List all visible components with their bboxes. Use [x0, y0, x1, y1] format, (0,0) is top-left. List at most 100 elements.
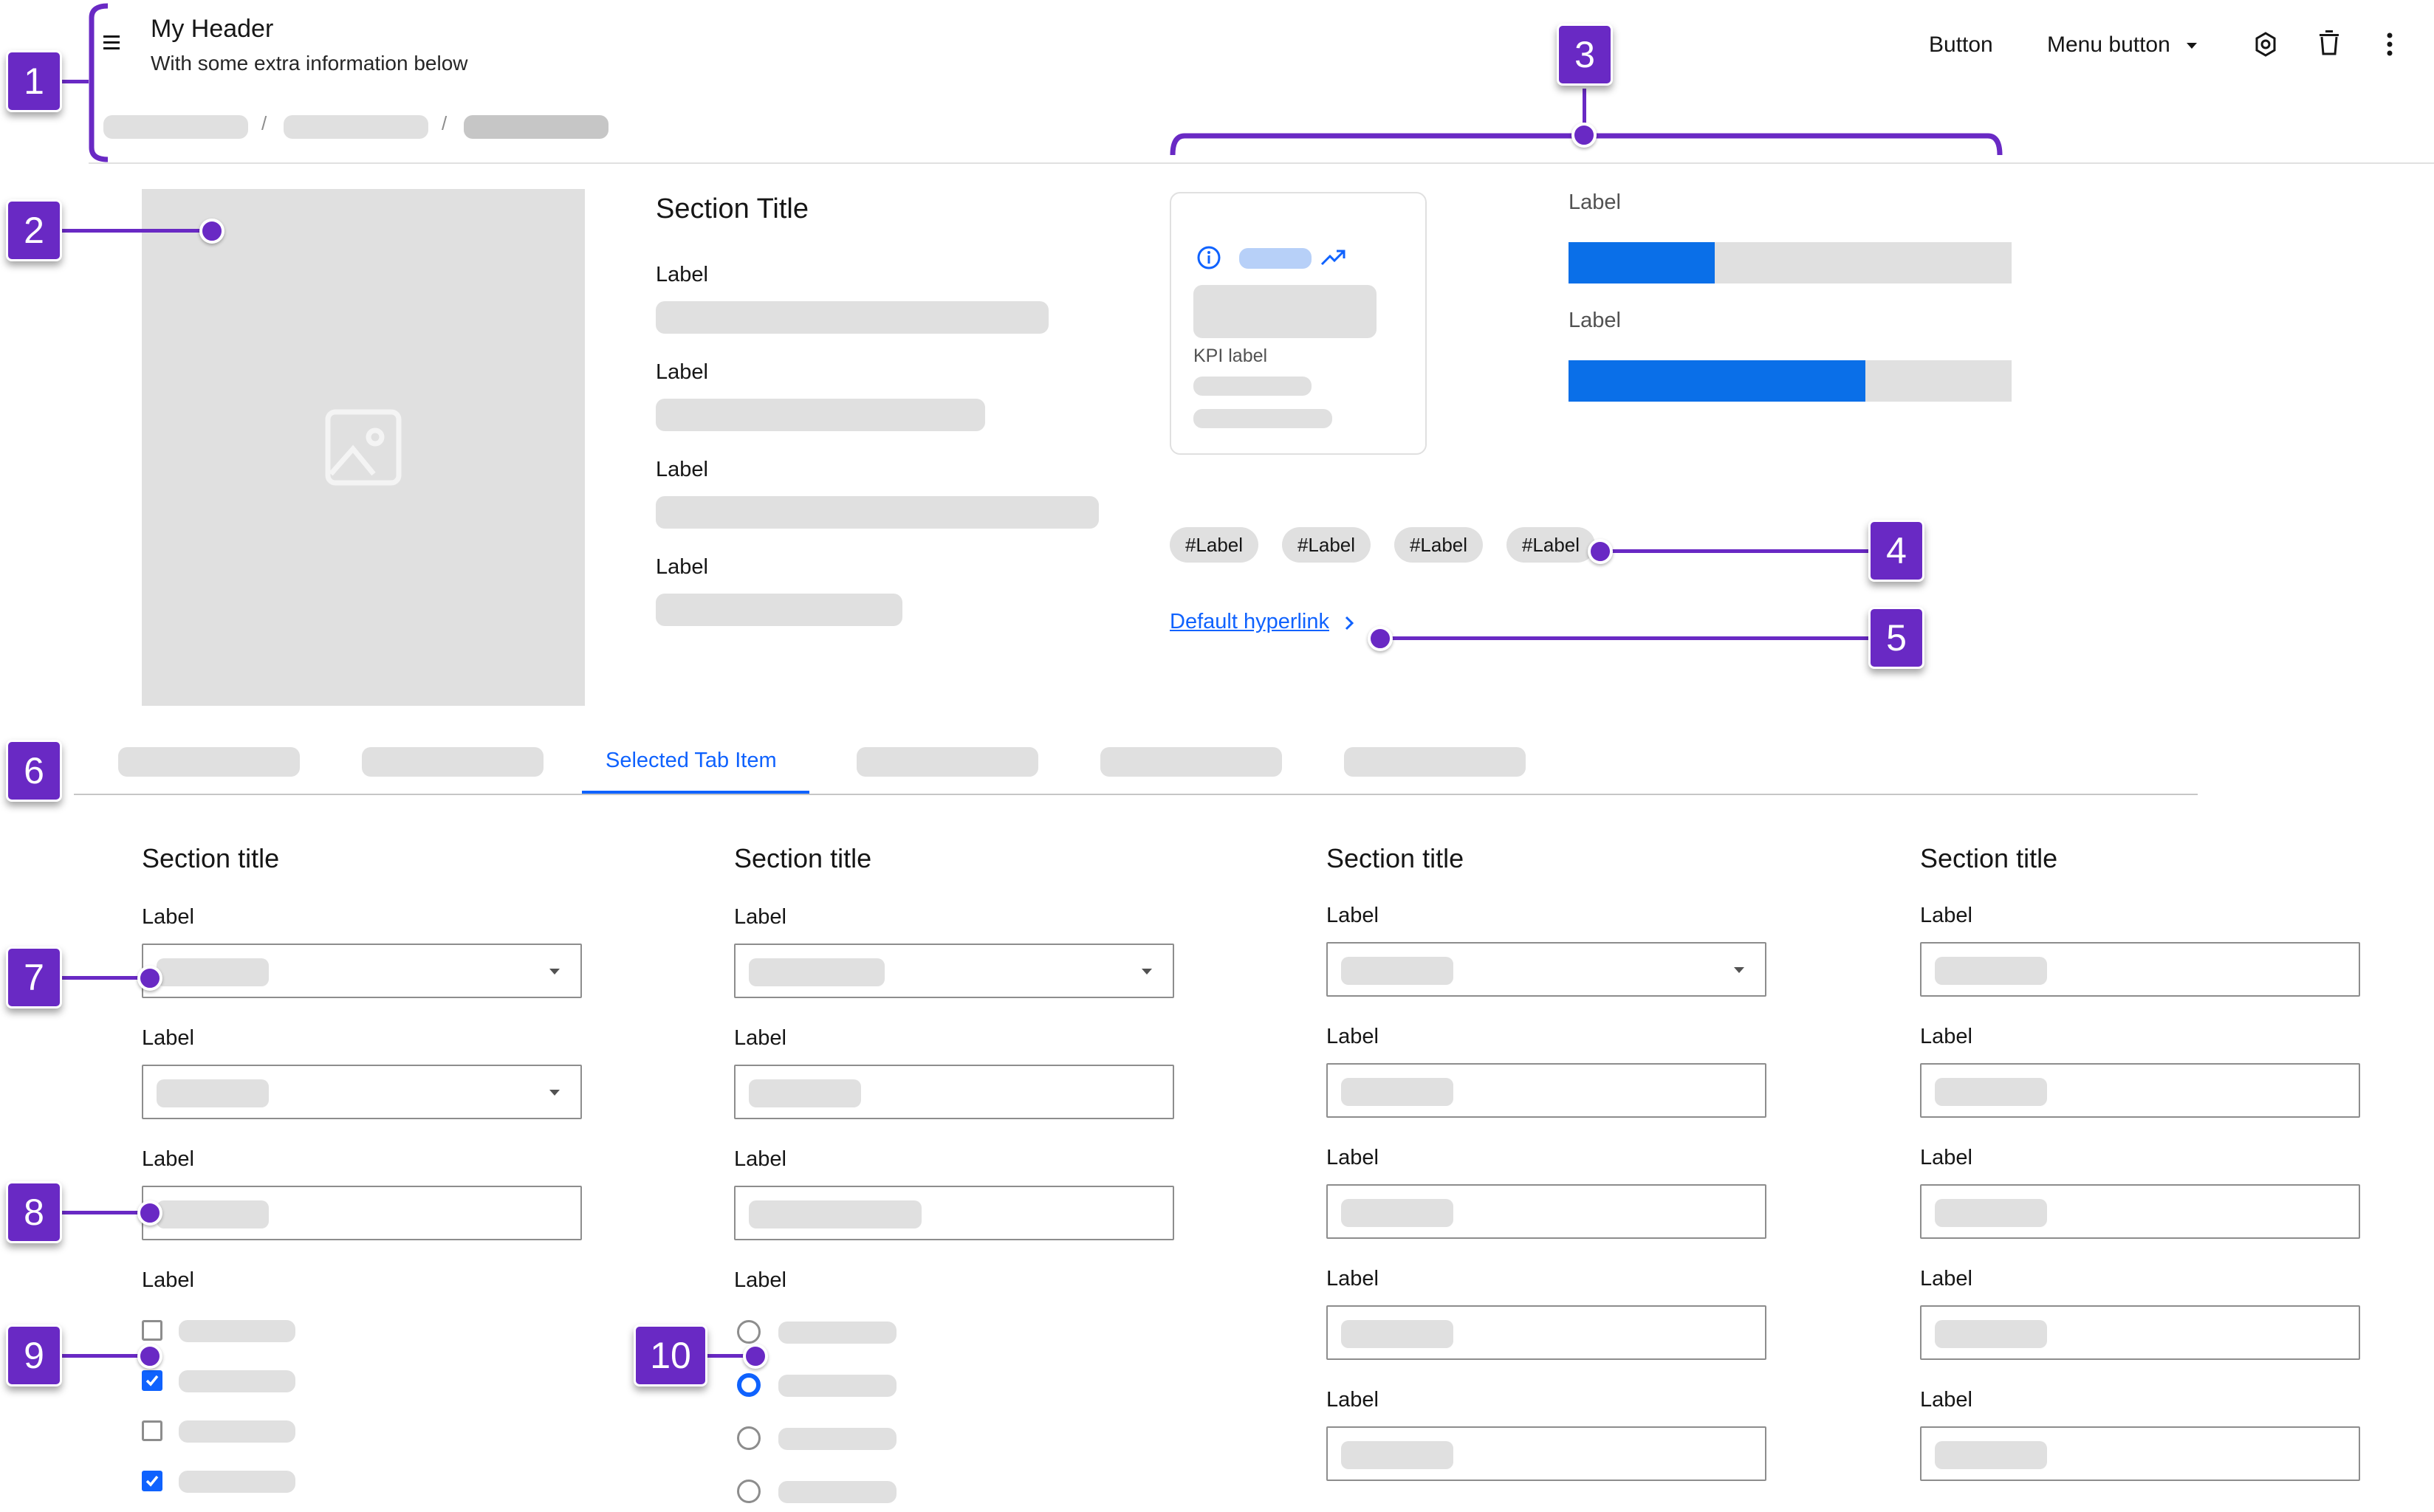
image-placeholder [142, 189, 585, 706]
dropdown-value [749, 958, 885, 986]
tab-item[interactable] [1344, 747, 1526, 777]
tab-item[interactable] [118, 747, 300, 777]
annotation-badge: 4 [1868, 520, 1924, 582]
breadcrumb-current [464, 115, 608, 139]
annotation-badge: 7 [6, 946, 62, 1008]
image-icon [325, 409, 402, 486]
dropdown[interactable] [142, 944, 582, 998]
default-hyperlink[interactable]: Default hyperlink [1170, 610, 1354, 635]
overflow-menu-icon[interactable] [2385, 31, 2394, 58]
field-label: Label [1920, 1025, 1972, 1048]
annotation-dot [1588, 539, 1613, 564]
text-input[interactable] [734, 1186, 1174, 1240]
text-input[interactable] [1920, 1063, 2360, 1118]
tag[interactable]: #Label [1282, 527, 1371, 563]
header-menu-button[interactable]: Menu button [2047, 32, 2198, 58]
field-label: Label [142, 905, 194, 929]
tag[interactable]: #Label [1394, 527, 1483, 563]
radio-button[interactable] [737, 1426, 761, 1450]
input-value [1935, 1441, 2047, 1469]
checkbox[interactable] [142, 1320, 162, 1341]
chevron-right-icon [1344, 615, 1354, 635]
text-input[interactable] [1920, 1426, 2360, 1481]
input-value [1341, 1320, 1453, 1348]
progress-fill [1569, 360, 1865, 402]
tab-selected[interactable]: Selected Tab Item [606, 749, 777, 773]
dropdown[interactable] [1326, 942, 1766, 997]
progress-bar [1569, 242, 2012, 284]
text-input[interactable] [1326, 1426, 1766, 1481]
tab-item[interactable] [362, 747, 544, 777]
caret-down-icon [1734, 967, 1744, 973]
input-value [1935, 1199, 2047, 1227]
checkbox-label [179, 1320, 295, 1342]
breadcrumb-item[interactable] [284, 115, 428, 139]
radio-button-selected[interactable] [737, 1373, 761, 1397]
annotation-badge: 10 [634, 1324, 707, 1386]
input-value [1935, 957, 2047, 985]
page-title: My Header [151, 15, 274, 43]
hero-value [656, 301, 1049, 334]
text-input[interactable] [1920, 1184, 2360, 1239]
tab-item[interactable] [1100, 747, 1282, 777]
hero-value [656, 399, 985, 431]
radio-button[interactable] [737, 1480, 761, 1503]
page-subtitle: With some extra information below [151, 52, 468, 75]
annotation-dot [743, 1344, 768, 1369]
progress-bar [1569, 360, 2012, 402]
annotation-badge: 2 [6, 199, 62, 261]
kpi-badge [1239, 248, 1312, 269]
field-label: Label [734, 1147, 786, 1171]
field-label: Label [734, 1268, 786, 1292]
annotation-dot [1571, 123, 1597, 148]
annotation-dot [137, 1200, 162, 1226]
annotation-leader [59, 80, 89, 83]
kpi-value [1193, 285, 1377, 338]
text-input[interactable] [1326, 1063, 1766, 1118]
field-label: Label [1326, 1267, 1379, 1291]
hero-label: Label [656, 555, 708, 579]
caret-down-icon [1142, 969, 1152, 975]
checkbox-label [179, 1370, 295, 1392]
dropdown[interactable] [142, 1065, 582, 1119]
text-input[interactable] [1326, 1305, 1766, 1360]
text-input[interactable] [1920, 1305, 2360, 1360]
input-value [749, 1079, 861, 1107]
checkbox-checked[interactable] [142, 1471, 162, 1491]
tag[interactable]: #Label [1170, 527, 1258, 563]
radio-label [778, 1322, 897, 1344]
radio-label [778, 1375, 897, 1397]
breadcrumb-item[interactable] [103, 115, 248, 139]
annotation-leader [1600, 549, 1873, 553]
radio-label [778, 1428, 897, 1450]
hero-label: Label [656, 458, 708, 481]
breadcrumb-separator: / [442, 112, 448, 134]
trash-icon[interactable] [2317, 30, 2341, 56]
tag[interactable]: #Label [1506, 527, 1595, 563]
caret-down-icon [2187, 43, 2198, 49]
column-title: Section title [1920, 843, 2058, 873]
text-input[interactable] [1326, 1184, 1766, 1239]
text-input[interactable] [734, 1065, 1174, 1119]
text-input[interactable] [1920, 942, 2360, 997]
kpi-label: KPI label [1193, 346, 1268, 366]
kpi-detail [1193, 409, 1332, 428]
settings-icon[interactable] [2252, 31, 2279, 58]
annotation-leader [59, 229, 207, 233]
field-label: Label [1920, 1146, 1972, 1169]
header-button[interactable]: Button [1929, 32, 1993, 58]
annotation-dot [199, 219, 224, 244]
checkbox-checked[interactable] [142, 1370, 162, 1391]
field-label: Label [1920, 904, 1972, 927]
text-input[interactable] [142, 1186, 582, 1240]
dropdown-value [1341, 957, 1453, 985]
input-value [1341, 1441, 1453, 1469]
input-value [1935, 1078, 2047, 1106]
dropdown[interactable] [734, 944, 1174, 998]
input-value [749, 1200, 922, 1228]
radio-label [778, 1481, 897, 1503]
tab-item[interactable] [857, 747, 1038, 777]
checkbox[interactable] [142, 1420, 162, 1441]
field-label: Label [142, 1147, 194, 1171]
radio-button[interactable] [737, 1320, 761, 1344]
